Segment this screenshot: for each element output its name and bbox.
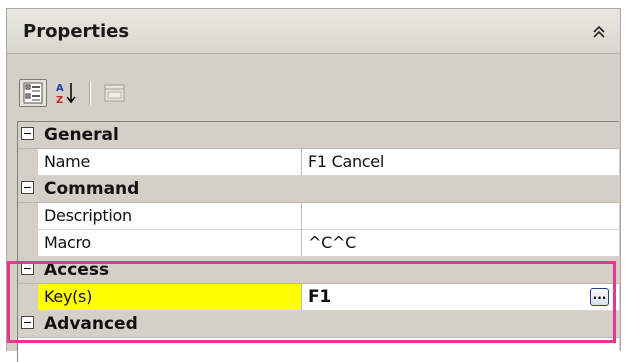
category-general[interactable]: General	[18, 122, 619, 149]
property-value[interactable]: F1	[302, 284, 619, 311]
categorized-view-icon	[20, 82, 46, 110]
property-value[interactable]: F1 Cancel	[302, 149, 619, 176]
property-name: Key(s)	[38, 284, 302, 311]
property-pages-icon	[101, 84, 129, 111]
property-pages-button[interactable]	[101, 79, 129, 107]
collapse-box-icon[interactable]	[21, 316, 34, 329]
property-row-macro[interactable]: Macro ^C^C	[18, 230, 619, 257]
collapse-box-icon[interactable]	[21, 127, 34, 140]
property-name: Description	[38, 203, 302, 230]
property-row-keys[interactable]: Key(s) F1 ...	[18, 284, 619, 311]
svg-text:A: A	[56, 83, 64, 94]
alphabetical-sort-button[interactable]: A Z	[53, 79, 81, 107]
property-row-description[interactable]: Description	[18, 203, 619, 230]
categorized-view-button[interactable]	[19, 79, 47, 107]
svg-text:Z: Z	[56, 95, 63, 106]
properties-toolbar: A Z	[13, 71, 613, 115]
property-row-name[interactable]: Name F1 Cancel	[18, 149, 619, 176]
panel-title: Properties	[23, 21, 130, 42]
category-advanced[interactable]: Advanced	[18, 311, 619, 338]
properties-panel: Properties A Z General Name F1 Cancel Co…	[6, 8, 621, 362]
category-label: Command	[44, 179, 140, 199]
collapse-box-icon[interactable]	[21, 262, 34, 275]
category-label: Advanced	[44, 314, 138, 334]
double-chevron-up-icon[interactable]	[590, 23, 608, 41]
property-name: Name	[38, 149, 302, 176]
property-name: Macro	[38, 230, 302, 257]
category-label: General	[44, 125, 119, 145]
property-value[interactable]	[302, 203, 619, 230]
category-command[interactable]: Command	[18, 176, 619, 203]
panel-header: Properties	[7, 9, 620, 54]
property-value[interactable]: ^C^C	[302, 230, 619, 257]
toolbar-separator	[89, 81, 91, 105]
property-grid: General Name F1 Cancel Command Descripti…	[17, 121, 619, 362]
category-label: Access	[44, 260, 110, 280]
alphabetical-sort-icon: A Z	[53, 83, 81, 111]
collapse-box-icon[interactable]	[21, 181, 34, 194]
category-access[interactable]: Access	[18, 257, 619, 284]
ellipsis-button[interactable]: ...	[590, 288, 609, 306]
